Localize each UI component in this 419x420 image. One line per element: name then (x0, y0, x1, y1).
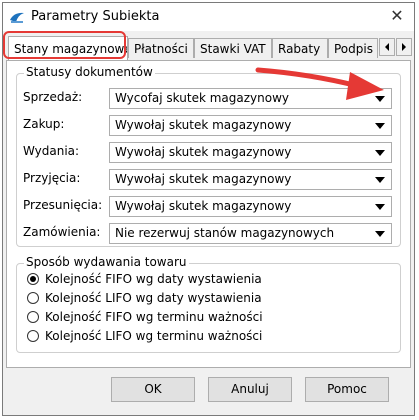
tab-stawki-vat[interactable]: Stawki VAT (194, 38, 272, 58)
window-title: Parametry Subiekta (31, 9, 160, 24)
document-status-title: Statusy dokumentów (24, 65, 155, 79)
subiekt-app-icon (10, 12, 24, 23)
select-zakup[interactable]: Wywołaj skutek magazynowy (109, 115, 392, 136)
dropdown-arrow-icon (375, 123, 385, 129)
issue-method-group: Sposób wydawania towaru Kolejność FIFO w… (16, 255, 401, 353)
chevron-left-icon (385, 43, 389, 51)
dropdown-arrow-icon (375, 150, 385, 156)
radio-checked-icon (27, 273, 39, 285)
title-bar: Parametry Subiekta ✕ (3, 3, 414, 31)
select-wydania[interactable]: Wywołaj skutek magazynowy (109, 142, 392, 163)
tab-scroll-left-button[interactable] (379, 38, 395, 56)
tab-strip: Stany magazynowe Płatności Stawki VAT Ra… (7, 36, 412, 60)
close-icon[interactable]: ✕ (388, 7, 406, 25)
select-przyjecia[interactable]: Wywołaj skutek magazynowy (109, 169, 392, 190)
label-przyjecia: Przyjęcia: (23, 171, 81, 185)
cancel-button[interactable]: Anuluj (208, 377, 292, 402)
select-sprzedaz[interactable]: Wycofaj skutek magazynowy (109, 88, 392, 109)
label-zakup: Zakup: (23, 117, 65, 131)
ok-button[interactable]: OK (111, 377, 195, 402)
tab-platnosci[interactable]: Płatności (128, 38, 194, 58)
issue-method-title: Sposób wydawania towaru (24, 255, 189, 269)
radio-unchecked-icon (27, 292, 39, 304)
select-zamowienia[interactable]: Nie rezerwuj stanów magazynowych (109, 223, 392, 244)
label-sprzedaz: Sprzedaż: (23, 90, 83, 104)
dropdown-arrow-icon (375, 231, 385, 237)
tab-rabaty[interactable]: Rabaty (272, 38, 328, 58)
dropdown-arrow-icon (375, 204, 385, 210)
help-button[interactable]: Pomoc (305, 377, 389, 402)
chevron-right-icon (402, 43, 406, 51)
dropdown-arrow-icon (375, 177, 385, 183)
radio-unchecked-icon (27, 311, 39, 323)
dropdown-arrow-icon (375, 96, 385, 102)
label-przesuniecia: Przesunięcia: (23, 198, 103, 212)
tab-stany-magazynowe[interactable]: Stany magazynowe (8, 36, 128, 60)
radio-unchecked-icon (27, 330, 39, 342)
select-przesuniecia[interactable]: Wywołaj skutek magazynowy (109, 196, 392, 217)
tab-podpis[interactable]: Podpis e (328, 38, 378, 58)
tab-panel: Statusy dokumentów Sprzedaż: Wycofaj sku… (6, 60, 411, 368)
document-status-group: Statusy dokumentów Sprzedaż: Wycofaj sku… (16, 65, 401, 247)
tab-scroll-right-button[interactable] (396, 38, 412, 56)
label-zamowienia: Zamówienia: (23, 225, 101, 239)
label-wydania: Wydania: (23, 144, 80, 158)
